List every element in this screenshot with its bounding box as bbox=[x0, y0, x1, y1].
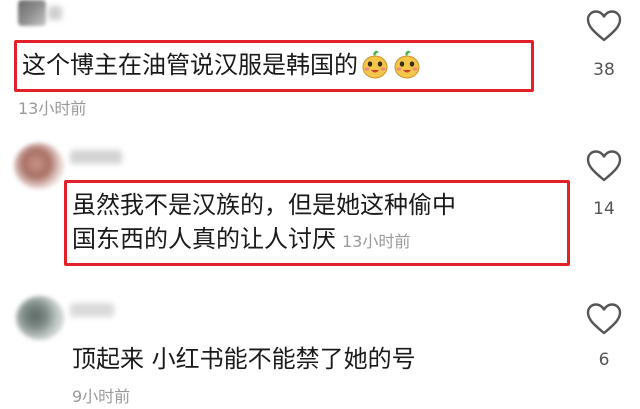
comment-text: 这个博主在油管说汉服是韩国的 bbox=[22, 48, 422, 82]
avatar[interactable] bbox=[14, 143, 64, 189]
comment-line: 虽然我不是汉族的，但是她这种偷中 bbox=[72, 191, 456, 219]
timestamp: 13小时前 bbox=[342, 232, 411, 251]
username-blurred[interactable] bbox=[70, 150, 122, 164]
comment-body: 这个博主在油管说汉服是韩国的 bbox=[22, 51, 358, 79]
like-heart-icon[interactable] bbox=[585, 149, 623, 183]
happy-mascot-icon bbox=[392, 49, 422, 79]
timestamp: 13小时前 bbox=[18, 99, 87, 118]
comment-text: 顶起来 小红书能不能禁了她的号 bbox=[72, 345, 416, 373]
like-heart-icon[interactable] bbox=[585, 302, 623, 336]
avatar[interactable] bbox=[18, 0, 46, 26]
like-count: 38 bbox=[593, 60, 615, 80]
username-blurred[interactable] bbox=[70, 303, 114, 317]
like-count: 14 bbox=[593, 199, 615, 219]
timestamp: 9小时前 bbox=[72, 387, 131, 406]
happy-mascot-icon bbox=[360, 49, 390, 79]
comment-text: 虽然我不是汉族的，但是她这种偷中 国东西的人真的让人讨厌 13小时前 bbox=[72, 188, 456, 259]
username-blurred[interactable] bbox=[48, 6, 62, 20]
avatar[interactable] bbox=[16, 296, 64, 340]
comment-line-with-time: 国东西的人真的让人讨厌 13小时前 bbox=[72, 222, 456, 259]
comment-line: 国东西的人真的让人讨厌 bbox=[72, 225, 336, 253]
like-heart-icon[interactable] bbox=[585, 9, 623, 43]
like-count: 6 bbox=[598, 350, 610, 370]
